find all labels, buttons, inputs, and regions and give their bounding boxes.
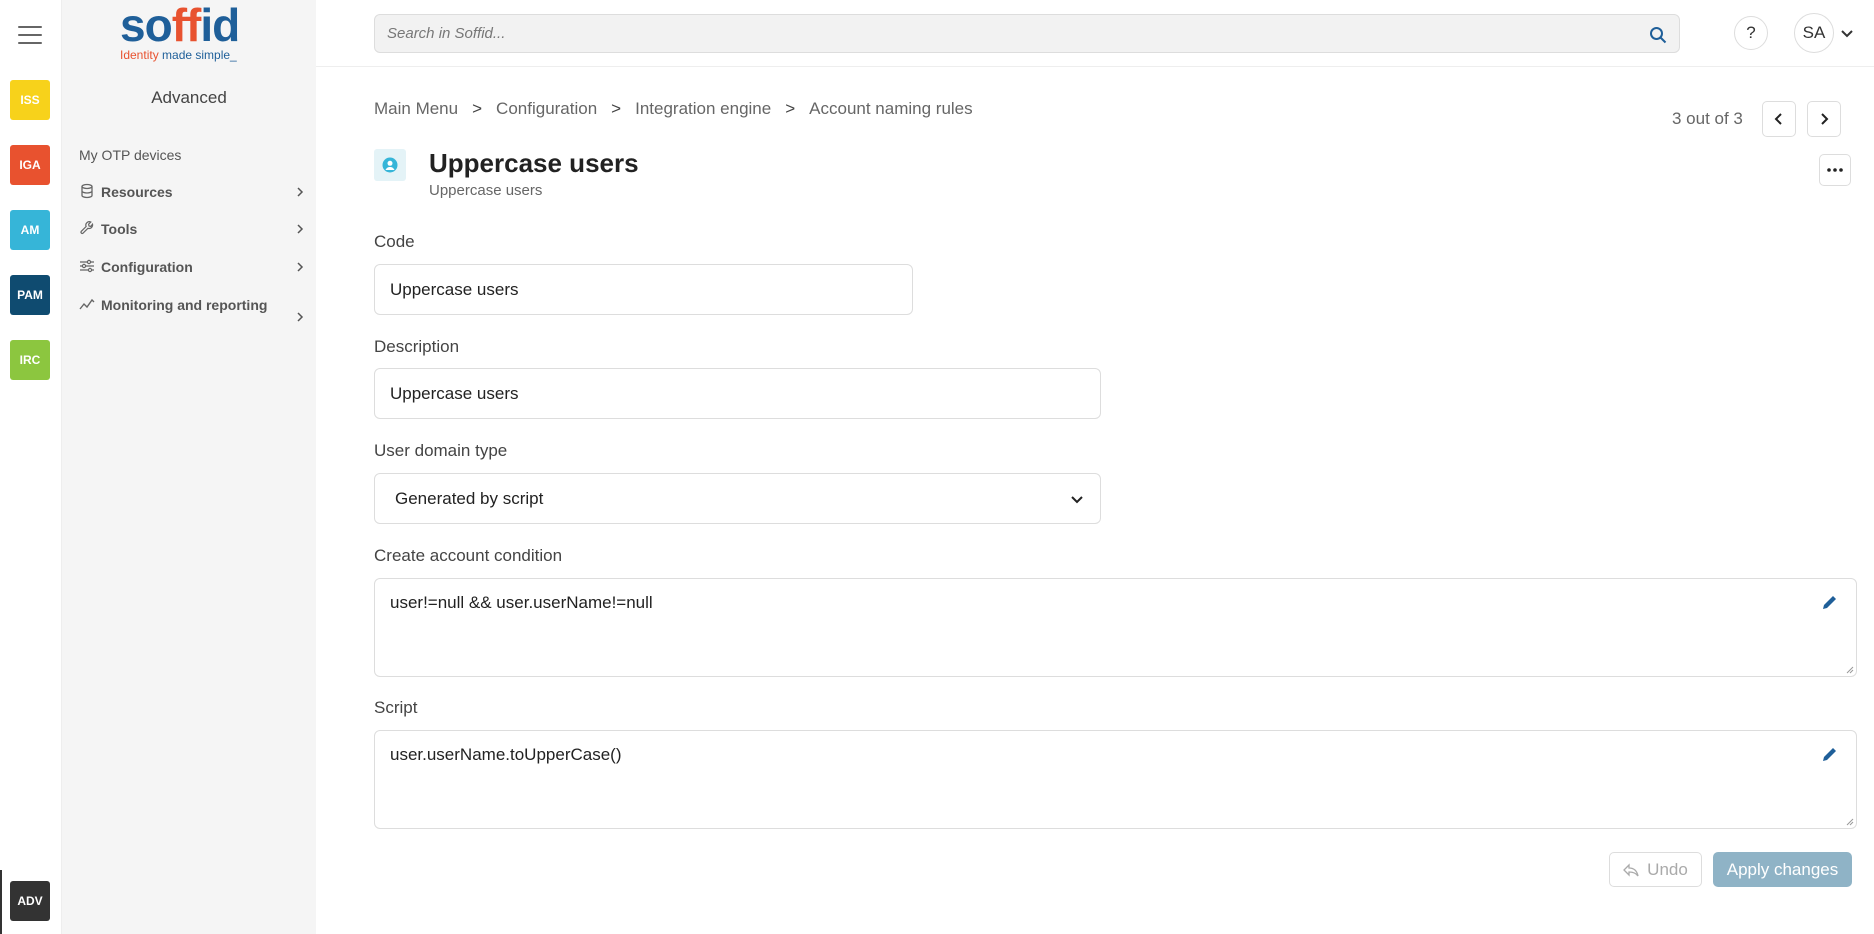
- app-tile-iss[interactable]: ISS: [10, 80, 50, 120]
- breadcrumb-separator: >: [611, 99, 622, 118]
- sidebar-item-monitoring[interactable]: Monitoring and reporting: [79, 294, 309, 322]
- chevron-right-icon: [297, 224, 304, 234]
- previous-record-button[interactable]: [1762, 101, 1796, 137]
- apply-changes-button[interactable]: Apply changes: [1713, 852, 1852, 887]
- breadcrumb-integration-engine[interactable]: Integration engine: [635, 99, 771, 119]
- ellipsis-icon: [1827, 168, 1843, 172]
- sidebar-item-resources[interactable]: Resources: [79, 181, 309, 203]
- hamburger-menu-icon[interactable]: [18, 26, 42, 46]
- app-tile-am[interactable]: AM: [10, 210, 50, 250]
- help-button[interactable]: ?: [1734, 16, 1768, 50]
- undo-label: Undo: [1647, 859, 1688, 879]
- breadcrumb-configuration[interactable]: Configuration: [496, 99, 597, 119]
- app-tile-pam[interactable]: PAM: [10, 275, 50, 315]
- pencil-icon[interactable]: [1820, 592, 1840, 612]
- database-icon: [81, 183, 93, 199]
- code-field[interactable]: [374, 264, 913, 315]
- next-record-button[interactable]: [1807, 101, 1841, 137]
- top-bar: ? SA: [316, 0, 1874, 67]
- sidebar-item-label: Tools: [101, 221, 138, 237]
- breadcrumb-account-naming-rules[interactable]: Account naming rules: [809, 99, 972, 119]
- create-account-condition-value: user!=null && user.userName!=null: [390, 593, 653, 612]
- sidebar-item-label: Configuration: [101, 259, 193, 275]
- more-options-button[interactable]: [1819, 154, 1851, 186]
- user-circle-icon: [382, 157, 398, 173]
- sidebar-item-label: Monitoring and reporting: [101, 297, 268, 313]
- app-tile-irc[interactable]: IRC: [10, 340, 50, 380]
- sliders-icon: [80, 259, 94, 273]
- wrench-icon: [80, 221, 94, 235]
- chart-line-icon: [79, 298, 95, 310]
- sidebar-item-configuration[interactable]: Configuration: [79, 256, 309, 278]
- pencil-icon[interactable]: [1820, 744, 1840, 764]
- create-account-condition-field[interactable]: user!=null && user.userName!=null: [374, 578, 1857, 677]
- search-input[interactable]: [375, 15, 1679, 52]
- user-domain-type-value: Generated by script: [395, 488, 544, 508]
- app-rail: ISS IGA AM PAM IRC ADV: [0, 0, 62, 934]
- pager-count: 3 out of 3: [1672, 109, 1743, 128]
- breadcrumb-separator: >: [785, 99, 796, 118]
- app-tile-iga[interactable]: IGA: [10, 145, 50, 185]
- chevron-down-icon: [1071, 496, 1083, 504]
- description-field[interactable]: [374, 368, 1101, 419]
- undo-button[interactable]: Undo: [1609, 852, 1702, 887]
- breadcrumb-main-menu[interactable]: Main Menu: [374, 99, 458, 119]
- logo-wordmark: soffid: [120, 0, 240, 51]
- account-naming-rule-icon: [374, 149, 406, 181]
- user-domain-type-label: User domain type: [374, 441, 508, 460]
- chevron-right-icon: [297, 262, 304, 272]
- chevron-right-icon: [297, 312, 304, 322]
- script-field[interactable]: user.userName.toUpperCase(): [374, 730, 1857, 829]
- create-account-condition-label: Create account condition: [374, 546, 563, 565]
- sidebar-link-otp-devices[interactable]: My OTP devices: [79, 147, 181, 163]
- resize-grip-icon[interactable]: [1844, 816, 1854, 826]
- active-app-indicator: [0, 870, 2, 934]
- script-value: user.userName.toUpperCase(): [390, 745, 622, 764]
- breadcrumb-separator: >: [472, 99, 483, 118]
- chevron-right-icon: [1821, 113, 1829, 125]
- logo-tagline: Identity made simple_: [120, 48, 237, 62]
- search-box: [374, 14, 1680, 53]
- breadcrumb: Main Menu > Configuration > Integration …: [374, 99, 973, 119]
- soffid-logo[interactable]: soffid Identity made simple_: [120, 2, 260, 68]
- user-domain-type-select[interactable]: Generated by script: [374, 473, 1101, 524]
- page-title: Uppercase users: [429, 148, 639, 178]
- search-icon[interactable]: [1649, 26, 1667, 44]
- chevron-left-icon: [1774, 113, 1782, 125]
- sidebar-item-label: Resources: [101, 184, 173, 200]
- sidebar-item-tools[interactable]: Tools: [79, 218, 309, 240]
- description-label: Description: [374, 337, 460, 356]
- undo-icon: [1623, 862, 1639, 877]
- user-avatar[interactable]: SA: [1794, 13, 1834, 53]
- resize-grip-icon[interactable]: [1844, 664, 1854, 674]
- script-label: Script: [374, 698, 418, 717]
- chevron-right-icon: [297, 187, 304, 197]
- code-label: Code: [374, 232, 415, 251]
- chevron-down-icon[interactable]: [1840, 27, 1854, 41]
- app-tile-adv[interactable]: ADV: [10, 881, 50, 921]
- sidebar-title: Advanced: [151, 88, 227, 107]
- sidebar: soffid Identity made simple_ Advanced My…: [62, 0, 316, 934]
- page-subtitle: Uppercase users: [429, 182, 543, 199]
